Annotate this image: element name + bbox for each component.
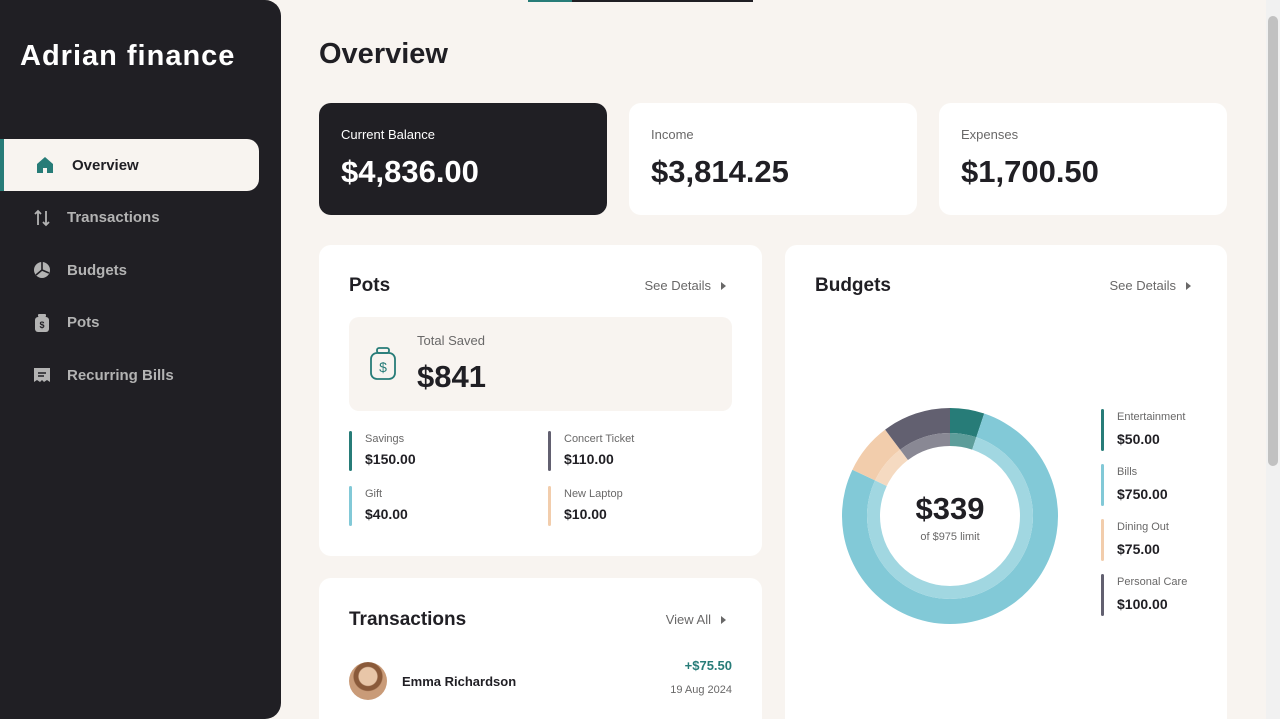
legend-color-bar — [1101, 464, 1104, 506]
jar-icon: $ — [369, 347, 397, 381]
panel-title: Transactions — [349, 609, 467, 630]
pot-name: Concert Ticket — [564, 433, 635, 445]
jar-icon: $ — [32, 313, 52, 333]
transactions-view-all-link[interactable]: View All — [666, 612, 726, 627]
budgets-see-details-link[interactable]: See Details — [1110, 278, 1191, 293]
card-value: $4,836.00 — [341, 154, 479, 189]
sidebar-item-transactions[interactable]: Transactions — [0, 192, 259, 244]
scrollbar[interactable] — [1266, 0, 1280, 719]
legend-value: $750.00 — [1117, 486, 1168, 502]
budget-spent: $339 — [915, 491, 985, 526]
sidebar-item-pots[interactable]: $ Pots — [0, 297, 259, 349]
total-saved-label: Total Saved — [417, 333, 485, 348]
legend-name: Personal Care — [1117, 576, 1188, 588]
sidebar-item-label: Budgets — [67, 261, 127, 279]
page-title: Overview — [319, 38, 448, 70]
link-label: See Details — [644, 278, 711, 293]
legend-color-bar — [1101, 574, 1104, 616]
pot-color-bar — [349, 431, 352, 471]
pot-item-concert-ticket: Concert Ticket $110.00 — [548, 431, 634, 471]
avatar — [349, 662, 387, 700]
sidebar-item-label: Transactions — [67, 209, 160, 226]
sidebar-nav: Overview Transactions Budgets $ Pots Rec… — [0, 139, 259, 402]
pot-name: Savings — [365, 433, 405, 445]
arrows-updown-icon — [32, 208, 52, 228]
card-label: Expenses — [961, 127, 1019, 142]
transaction-row[interactable]: Emma Richardson +$75.50 19 Aug 2024 — [349, 658, 732, 702]
pot-color-bar — [548, 431, 551, 471]
budgets-panel: Budgets See Details $339 of $975 limit E… — [785, 245, 1227, 719]
svg-text:$: $ — [379, 359, 387, 375]
sidebar-item-label: Pots — [67, 314, 100, 331]
expenses-card: Expenses $1,700.50 — [939, 103, 1227, 215]
pot-name: Gift — [365, 488, 383, 500]
top-progress-line — [528, 0, 753, 2]
caret-right-icon — [721, 615, 726, 624]
link-label: View All — [665, 612, 711, 627]
pot-item-gift: Gift $40.00 — [349, 486, 408, 526]
transactions-panel: Transactions View All Emma Richardson +$… — [319, 578, 762, 719]
current-balance-card: Current Balance $4,836.00 — [319, 103, 607, 215]
legend-item-entertainment: Entertainment $50.00 — [1101, 409, 1185, 451]
pot-color-bar — [548, 486, 551, 526]
sidebar-item-overview[interactable]: Overview — [0, 139, 259, 191]
pot-value: $10.00 — [564, 506, 607, 522]
card-value: $3,814.25 — [651, 154, 789, 189]
sidebar-item-budgets[interactable]: Budgets — [0, 244, 259, 296]
pots-see-details-link[interactable]: See Details — [645, 278, 726, 293]
transaction-date: 19 Aug 2024 — [670, 684, 732, 696]
legend-item-bills: Bills $750.00 — [1101, 464, 1168, 506]
sidebar-item-recurring-bills[interactable]: Recurring Bills — [0, 349, 259, 401]
caret-right-icon — [721, 281, 726, 290]
transaction-amount: +$75.50 — [684, 658, 732, 673]
budget-limit: of $975 limit — [920, 531, 980, 543]
card-value: $1,700.50 — [961, 154, 1099, 189]
card-label: Income — [651, 127, 694, 142]
pot-item-savings: Savings $150.00 — [349, 431, 416, 471]
pot-value: $40.00 — [365, 506, 408, 522]
pot-color-bar — [349, 486, 352, 526]
donut-center: $339 of $975 limit — [842, 408, 1058, 624]
pot-item-new-laptop: New Laptop $10.00 — [548, 486, 623, 526]
sidebar-item-label: Recurring Bills — [67, 366, 174, 384]
pot-value: $110.00 — [564, 451, 614, 467]
link-label: See Details — [1109, 278, 1176, 293]
legend-color-bar — [1101, 409, 1104, 451]
legend-value: $75.00 — [1117, 541, 1160, 557]
total-saved-value: $841 — [417, 359, 486, 394]
legend-value: $50.00 — [1117, 431, 1160, 447]
brand-logo: Adrian finance — [20, 40, 236, 72]
legend-value: $100.00 — [1117, 596, 1168, 612]
svg-text:$: $ — [39, 320, 44, 330]
pie-chart-icon — [32, 260, 52, 280]
legend-name: Bills — [1117, 466, 1138, 478]
panel-title: Budgets — [815, 275, 891, 296]
legend-color-bar — [1101, 519, 1104, 561]
caret-right-icon — [1186, 281, 1191, 290]
sidebar-item-label: Overview — [72, 156, 139, 174]
home-icon — [35, 155, 55, 175]
pots-panel: Pots See Details $ Total Saved $841 Savi… — [319, 245, 762, 556]
receipt-icon — [32, 365, 52, 385]
legend-item-dining-out: Dining Out $75.00 — [1101, 519, 1169, 561]
sidebar: Adrian finance Overview Transactions Bud… — [0, 0, 281, 719]
panel-title: Pots — [349, 275, 391, 296]
pot-name: New Laptop — [564, 488, 623, 500]
legend-name: Entertainment — [1117, 411, 1186, 423]
income-card: Income $3,814.25 — [629, 103, 917, 215]
pot-value: $150.00 — [365, 451, 416, 467]
legend-item-personal-care: Personal Care $100.00 — [1101, 574, 1187, 616]
legend-name: Dining Out — [1117, 521, 1169, 533]
scrollbar-thumb[interactable] — [1268, 16, 1278, 466]
total-saved-box: $ Total Saved $841 — [349, 317, 732, 411]
card-label: Current Balance — [341, 127, 435, 142]
transaction-name: Emma Richardson — [402, 674, 517, 689]
